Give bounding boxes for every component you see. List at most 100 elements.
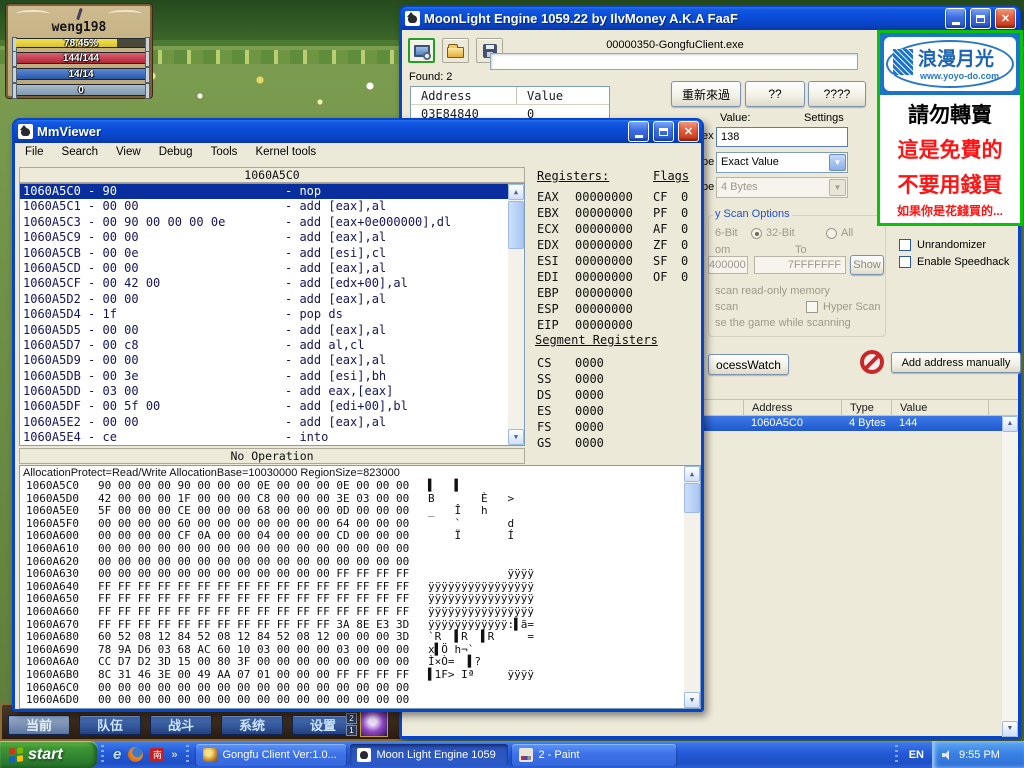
scroll-down-icon[interactable]: ▼ [684,692,700,708]
close-button[interactable]: ✕ [678,121,699,142]
disasm-row[interactable]: 1060A5D9 - 00 00 - add [eax],al [20,353,508,368]
radio-32bit[interactable] [751,228,762,239]
maximize-button[interactable] [653,121,674,142]
hotkey-slot[interactable]: 1 [346,725,357,736]
hex-row[interactable]: 1060A630 00 00 00 00 00 00 00 00 00 00 0… [20,568,700,581]
hex-row[interactable]: 1060A6B0 8C 31 46 3E 00 49 AA 07 01 00 0… [20,669,700,682]
ad-url[interactable]: www.yoyo-do.com [920,71,999,81]
processwatch-button[interactable]: ocessWatch [708,354,789,375]
next-scan-button[interactable]: ?? [745,81,805,107]
menu-item[interactable]: Kernel tools [255,146,316,162]
game-tab[interactable]: 系统 [221,715,283,735]
table-scrollbar[interactable]: ▲ ▼ [1002,416,1018,737]
game-tab[interactable]: 战斗 [150,715,212,735]
hex-row[interactable]: 1060A610 00 00 00 00 00 00 00 00 00 00 0… [20,543,700,556]
player-hud: weng198 78.45% 144/144 14/14 0 [6,4,152,98]
disasm-scrollbar[interactable]: ▲ ▼ [508,184,524,445]
task-moonlight-engine[interactable]: Moon Light Engine 1059 [350,744,508,766]
speedhack-checkbox[interactable] [899,256,911,268]
mp-bar: 14/14 [15,68,147,80]
game-tab[interactable]: 设置 [292,715,354,735]
menu-item[interactable]: Debug [159,146,193,162]
ad-banner[interactable]: 浪漫月光 www.yoyo-do.com 請勿轉賣 這是免費的 不要用錢買 如果… [877,30,1023,226]
scroll-thumb[interactable] [508,201,524,249]
menu-item[interactable]: View [116,146,141,162]
disasm-row[interactable]: 1060A5D2 - 00 00 - add [eax],al [20,292,508,307]
hyper-scan-checkbox[interactable] [806,301,818,313]
scroll-down-icon[interactable]: ▼ [508,429,524,445]
disasm-row[interactable]: 1060A5E4 - ce - into [20,430,508,445]
scroll-thumb[interactable] [684,483,700,513]
minimize-button[interactable] [628,121,649,142]
hex-dump-panel[interactable]: AllocationProtect=Read/Write AllocationB… [19,465,701,709]
disassembly-panel[interactable]: 1060A5C0 - 90 - nop 1060A5C1 - 00 00 - a… [19,183,525,446]
volume-icon[interactable] [942,750,952,760]
disasm-row[interactable]: 1060A5DD - 03 00 - add eax,[eax] [20,384,508,399]
moonlight-titlebar[interactable]: MoonLight Engine 1059.22 by IlvMoney A.K… [401,7,1019,30]
disasm-row[interactable]: 1060A5CD - 00 00 - add [eax],al [20,261,508,276]
mmviewer-titlebar[interactable]: MmViewer ✕ [14,120,702,143]
menu-item[interactable]: Tools [211,146,238,162]
disasm-row[interactable]: 1060A5D5 - 00 00 - add [eax],al [20,323,508,338]
scroll-up-icon[interactable]: ▲ [1002,416,1018,432]
maximize-button[interactable] [970,8,991,29]
undo-scan-button[interactable]: ???? [808,81,866,107]
scroll-up-icon[interactable]: ▲ [684,466,700,482]
hex-row[interactable]: 1060A5C0 90 00 00 00 90 00 00 00 0E 00 0… [20,480,700,493]
disasm-row[interactable]: 1060A5CB - 00 0e - add [esi],cl [20,246,508,261]
register-name: ESP [537,301,575,317]
task-paint[interactable]: 2 - Paint [512,744,676,766]
show-button[interactable]: Show [850,255,884,275]
hex-row[interactable]: 1060A6D0 00 00 00 00 00 00 00 00 00 00 0… [20,694,700,707]
scroll-up-icon[interactable]: ▲ [508,184,524,200]
disasm-instruction: - add [eax],al [285,292,386,307]
game-tab[interactable]: 当前 [8,715,70,735]
firefox-icon[interactable] [128,747,143,762]
chevron-down-icon[interactable]: ▼ [829,154,846,171]
value-input[interactable]: 138 [716,127,848,147]
clock[interactable]: 9:55 PM [959,749,1000,761]
add-address-manually-button[interactable]: Add address manually [891,352,1021,373]
disasm-row[interactable]: 1060A5C1 - 00 00 - add [eax],al [20,199,508,214]
select-process-button[interactable] [408,38,435,63]
disasm-address-bytes: 1060A5DB - 00 3e [23,369,285,384]
task-gongfu-client[interactable]: Gongfu Client Ver:1.0... [196,744,346,766]
new-scan-button[interactable]: 重新來過 [671,81,741,107]
game-tab[interactable]: 队伍 [79,715,141,735]
hex-row[interactable]: 1060A5E0 5F 00 00 00 CE 00 00 00 68 00 0… [20,505,700,518]
hp-bar: 144/144 [15,52,147,64]
disasm-row[interactable]: 1060A5CF - 00 42 00 - add [edx+00],al [20,276,508,291]
register-row: EDX00000000 [537,237,633,253]
disasm-row[interactable]: 1060A5D4 - 1f - pop ds [20,307,508,322]
unrandomizer-checkbox[interactable] [899,239,911,251]
skill-icon[interactable] [360,711,388,737]
settings-label[interactable]: Settings [804,112,844,124]
disasm-row[interactable]: 1060A5E2 - 00 00 - add [eax],al [20,415,508,430]
open-table-button[interactable] [442,38,469,63]
start-button[interactable]: start [0,741,98,768]
internet-explorer-icon[interactable]: e [113,746,121,763]
disasm-row[interactable]: 1060A5C9 - 00 00 - add [eax],al [20,230,508,245]
stop-icon[interactable] [860,350,884,374]
quick-launch-overflow-icon[interactable]: » [171,749,177,761]
radio-all[interactable] [826,228,837,239]
hex-row[interactable]: 1060A660 FF FF FF FF FF FF FF FF FF FF F… [20,606,700,619]
seal-app-icon[interactable]: 南 [150,748,164,762]
minimize-button[interactable] [945,8,966,29]
menu-item[interactable]: File [25,146,44,162]
menu-item[interactable]: Search [62,146,98,162]
disasm-row[interactable]: 1060A5DB - 00 3e - add [esi],bh [20,369,508,384]
menu-bar: File Search View Debug Tools Kernel tools [15,143,701,162]
scan-type-select[interactable]: Exact Value ▼ [716,152,848,173]
disasm-row[interactable]: 1060A5D7 - 00 c8 - add al,cl [20,338,508,353]
hex-row[interactable]: 1060A680 60 52 08 12 84 52 08 12 84 52 0… [20,631,700,644]
close-button[interactable]: ✕ [995,8,1016,29]
disasm-row[interactable]: 1060A5C3 - 00 90 00 00 00 0e - add [eax+… [20,215,508,230]
scroll-down-icon[interactable]: ▼ [1002,721,1018,737]
disasm-row[interactable]: 1060A5DF - 00 5f 00 - add [edi+00],bl [20,399,508,414]
hex-scrollbar[interactable]: ▲ ▼ [684,466,700,708]
language-indicator[interactable]: EN [901,749,932,761]
value-label: Value: [720,112,750,124]
hotkey-slot[interactable]: 2 [346,713,357,724]
disasm-row[interactable]: 1060A5C0 - 90 - nop [20,184,508,199]
